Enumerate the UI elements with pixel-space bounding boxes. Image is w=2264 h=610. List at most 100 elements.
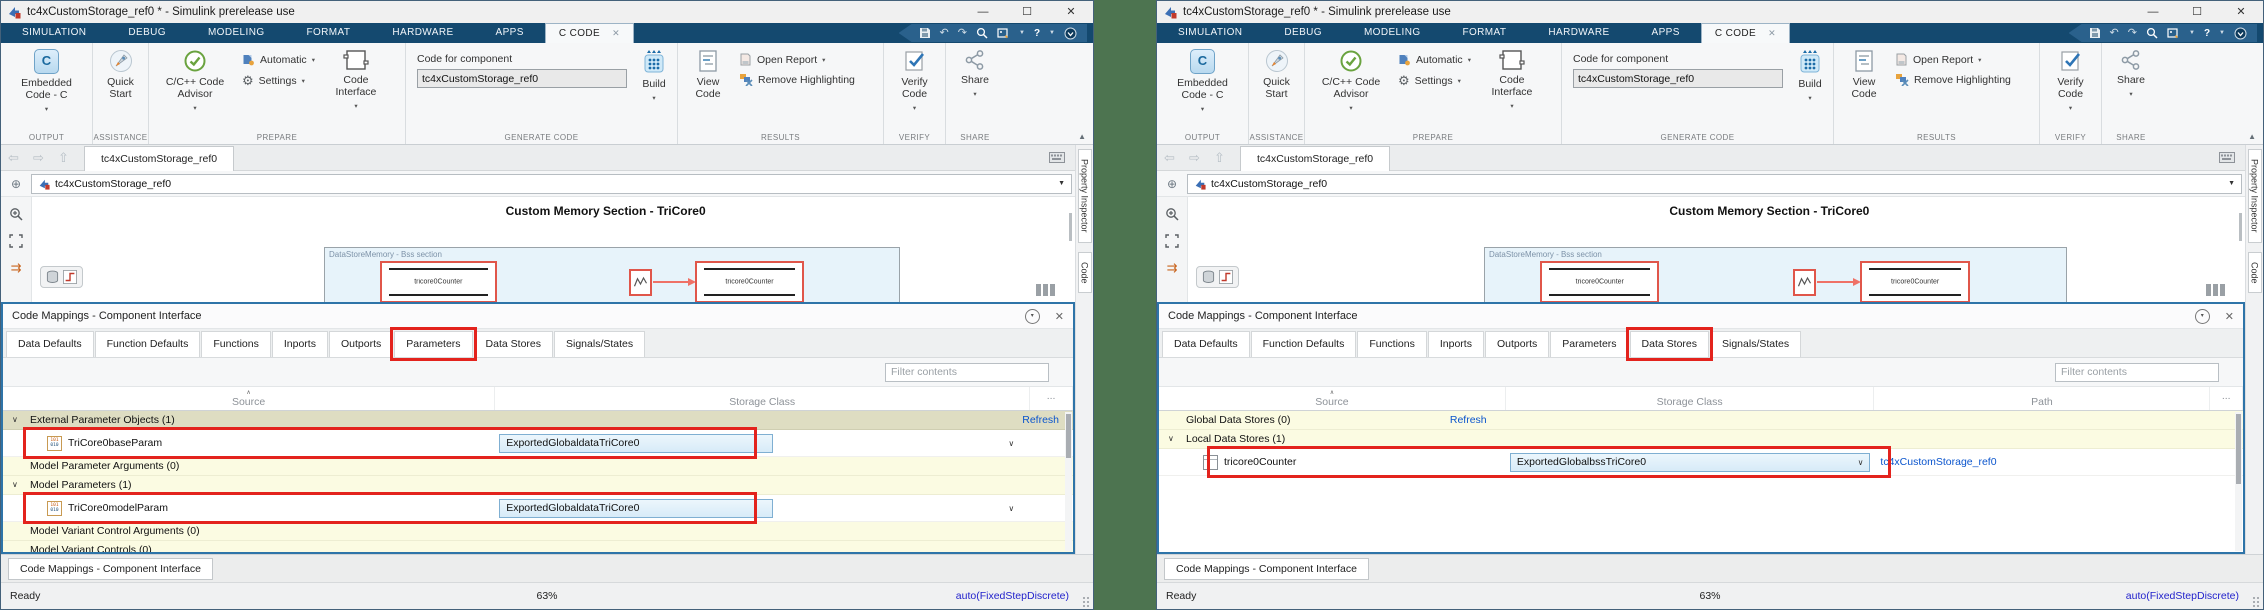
panel-tab-signals-states[interactable]: Signals/States [1710,331,1801,357]
save-icon[interactable] [2089,27,2101,39]
data-store-write-block[interactable]: tricore0Counter [695,261,804,302]
back-icon[interactable]: ⇦ [1,145,26,170]
search-icon[interactable] [2146,27,2158,39]
chevron-expanded-icon[interactable]: ∨ [12,411,18,429]
forward-icon[interactable]: ⇨ [1182,145,1207,170]
ribbon-tab-modeling[interactable]: MODELING [1343,23,1442,43]
data-store-memory-block[interactable]: tricore0Counter [1540,261,1659,302]
build-button[interactable]: Build ▾ [1793,47,1827,107]
signal-source-block[interactable] [1793,269,1816,296]
undo-icon[interactable]: ↶ [940,24,949,42]
view-code-button[interactable]: View Code [1837,47,1891,102]
panel-menu-icon[interactable]: ▾ [1025,309,1040,324]
table-scrollbar-thumb[interactable] [2236,414,2241,484]
table-group-row[interactable]: Global Data Stores (0)Refresh [1159,411,2243,430]
table-row[interactable]: 101010TriCore0baseParamExportedGlobaldat… [3,430,1073,457]
embedded-code-button[interactable]: C Embedded Code - C ▾ [1160,47,1245,118]
tab-code[interactable]: Code [1078,252,1092,294]
table-row[interactable]: 101010TriCore0modelParamExportedGlobalda… [3,495,1073,522]
explorer-bar-toggle-icon[interactable]: ⊕ [1157,177,1187,191]
table-group-row[interactable]: Model Variant Controls (0) [3,541,1073,552]
save-icon[interactable] [919,27,931,39]
up-icon[interactable]: ⇧ [1207,145,1232,170]
ribbon-tab-ccode[interactable]: C CODE ✕ [545,23,634,43]
panel-tab-data-defaults[interactable]: Data Defaults [6,331,94,357]
automatic-dropdown[interactable]: Automatic ▾ [242,53,315,66]
settings-dropdown[interactable]: ⚙ Settings ▾ [242,74,315,87]
code-mappings-bottom-tab[interactable]: Code Mappings - Component Interface [1164,558,1369,580]
automatic-dropdown[interactable]: Automatic ▾ [1398,53,1471,66]
ribbon-tab-format[interactable]: FORMAT [286,23,372,43]
help-icon[interactable]: ? [1034,28,1040,39]
up-icon[interactable]: ⇧ [51,145,76,170]
screenshot-dropdown-icon[interactable]: ▼ [1019,30,1025,36]
status-solver[interactable]: auto(FixedStepDiscrete) [2126,590,2263,602]
ribbon-tab-hardware[interactable]: HARDWARE [371,23,474,43]
model-canvas[interactable]: Custom Memory Section - TriCore0 DataSto… [32,197,1075,302]
maximize-button[interactable]: ☐ [1005,1,1049,23]
signal-routing-icon[interactable]: ⇉ [11,261,22,274]
path-link[interactable]: tc4xCustomStorage_ref0 [1874,456,1996,468]
storage-class-dropdown[interactable]: ExportedGlobaldataTriCore0∨ [499,499,773,518]
canvas-hint-buttons[interactable] [1196,266,1239,288]
storage-class-dropdown[interactable]: ExportedGlobalbssTriCore0∨ [1510,453,1871,472]
embedded-code-button[interactable]: C Embedded Code - C ▾ [4,47,89,118]
code-mappings-bottom-tab[interactable]: Code Mappings - Component Interface [8,558,213,580]
column-header-source[interactable]: ∧Source [3,387,495,410]
filter-contents-input[interactable] [885,363,1049,382]
panel-tab-data-stores[interactable]: Data Stores [1630,331,1709,357]
tab-property-inspector[interactable]: Property Inspector [1078,149,1092,243]
quick-start-button[interactable]: Quick Start [96,47,145,102]
ccode-tab-close-icon[interactable]: ✕ [1768,28,1776,39]
code-advisor-button[interactable]: C/C++ Code Advisor ▾ [152,47,238,117]
screenshot-icon[interactable] [997,27,1010,39]
panel-close-icon[interactable]: ✕ [2225,310,2234,323]
quick-start-button[interactable]: Quick Start [1252,47,1301,102]
document-tab[interactable]: tc4xCustomStorage_ref0 [1240,146,1390,171]
fit-to-view-icon[interactable] [1165,234,1179,248]
minimize-button[interactable]: — [961,1,1005,23]
panel-tab-outports[interactable]: Outports [1485,331,1549,357]
redo-icon[interactable]: ↷ [958,24,967,42]
panel-tab-inports[interactable]: Inports [1428,331,1484,357]
share-button[interactable]: Share ▾ [2113,47,2149,103]
panel-tab-inports[interactable]: Inports [272,331,328,357]
tab-code[interactable]: Code [2248,252,2262,294]
table-group-row[interactable]: ∨Model Parameters (1) [3,476,1073,495]
open-report-button[interactable]: Open Report ▾ [1895,53,2011,66]
screenshot-dropdown-icon[interactable]: ▼ [2189,30,2195,36]
code-advisor-button[interactable]: C/C++ Code Advisor ▾ [1308,47,1394,117]
column-header-storage[interactable]: Storage Class [495,387,1030,410]
data-store-memory-block[interactable]: tricore0Counter [380,261,498,302]
table-row[interactable]: tricore0CounterExportedGlobalbssTriCore0… [1159,449,2243,476]
view-code-button[interactable]: View Code [681,47,735,102]
zoom-in-icon[interactable] [9,207,23,221]
account-icon[interactable] [1064,27,1077,40]
canvas-scrollbar-thumb[interactable] [2239,213,2242,241]
canvas-resize-grip[interactable] [2206,284,2225,296]
share-button[interactable]: Share ▾ [957,47,993,103]
column-header-storage[interactable]: Storage Class [1506,387,1875,410]
panel-menu-icon[interactable]: ▾ [2195,309,2210,324]
keyboard-icon[interactable] [2219,152,2235,163]
code-interface-button[interactable]: Code Interface ▾ [319,47,393,115]
panel-tab-data-defaults[interactable]: Data Defaults [1162,331,1250,357]
panel-tab-outports[interactable]: Outports [329,331,393,357]
keyboard-icon[interactable] [1049,152,1065,163]
column-header-more[interactable]: ... [1030,387,1073,410]
breadcrumb-dropdown-icon[interactable]: ▼ [1058,180,1065,187]
open-report-button[interactable]: Open Report ▾ [739,53,855,66]
build-button[interactable]: Build ▾ [637,47,671,107]
table-scrollbar[interactable] [2235,412,2242,551]
ccode-tab-close-icon[interactable]: ✕ [612,28,620,39]
collapse-toolstrip-icon[interactable]: ▲ [2248,132,2256,141]
redo-icon[interactable]: ↷ [2128,24,2137,42]
signal-routing-icon[interactable]: ⇉ [1167,261,1178,274]
combo-chevron-icon[interactable]: ∨ [1008,504,1026,513]
settings-dropdown[interactable]: ⚙ Settings ▾ [1398,74,1471,87]
table-group-row[interactable]: ∨Local Data Stores (1) [1159,430,2243,449]
panel-tab-functions[interactable]: Functions [1357,331,1427,357]
ribbon-tab-apps[interactable]: APPS [475,23,545,43]
chevron-expanded-icon[interactable]: ∨ [1168,430,1174,448]
status-solver[interactable]: auto(FixedStepDiscrete) [956,590,1093,602]
